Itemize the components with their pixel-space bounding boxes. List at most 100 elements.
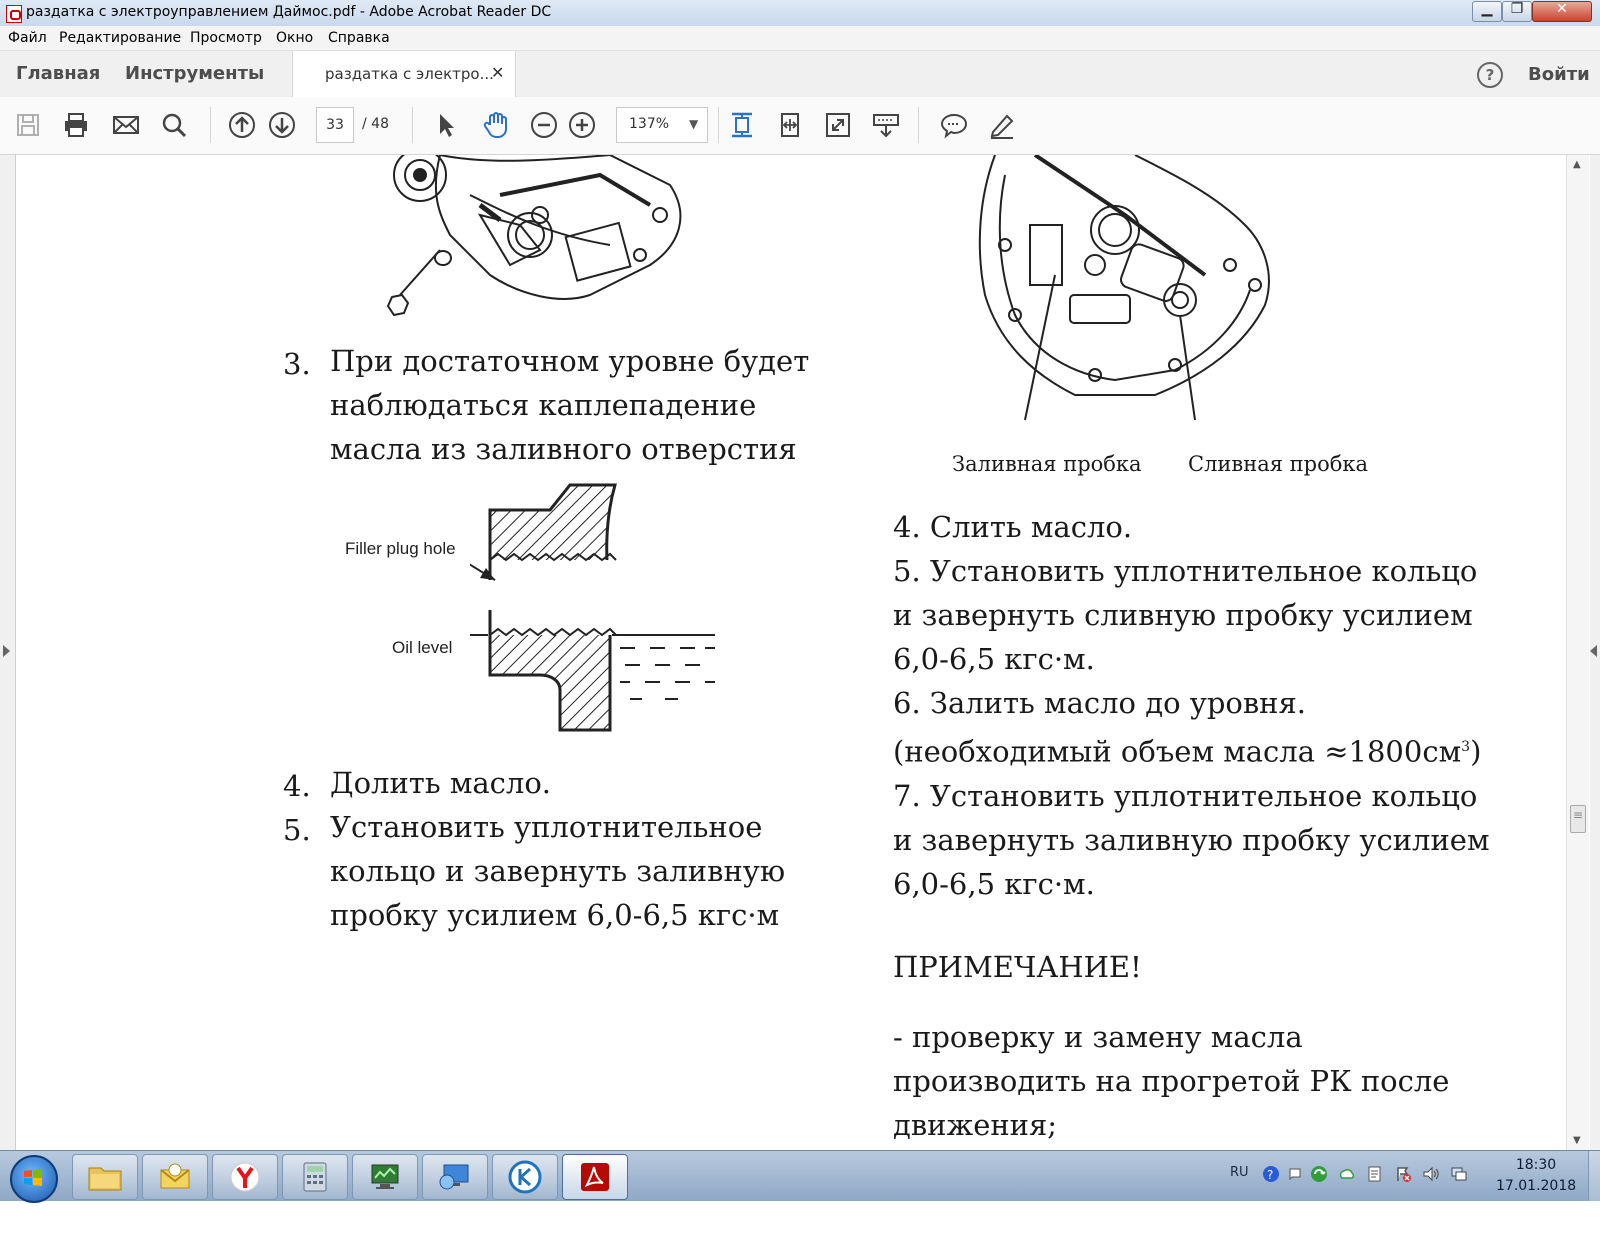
expand-right-panel-icon[interactable] [1590,645,1597,657]
note-title: ПРИМЕЧАНИЕ! [893,950,1142,984]
zoom-in-icon[interactable] [566,109,598,141]
fit-page-icon[interactable] [726,109,758,141]
document-viewport[interactable]: Заливная пробка Сливная пробка 3. При до… [0,155,1600,1150]
menu-view[interactable]: Просмотр [190,30,262,46]
text-line: 4. Слить масло. [893,510,1133,544]
zoom-value: 137% [629,116,670,132]
menu-edit[interactable]: Редактирование [59,30,181,46]
notification-tray-icon[interactable] [1286,1165,1304,1183]
text-line: производить на прогретой РК после [893,1064,1450,1098]
acrobat-icon[interactable] [562,1154,628,1200]
svg-text:?: ? [1267,1168,1273,1182]
text-line: пробку усилием 6,0-6,5 кгс·м [330,898,780,932]
k-app-icon[interactable] [492,1154,558,1200]
menu-help[interactable]: Справка [328,30,390,46]
close-icon: ✕ [1556,1,1568,17]
vertical-scrollbar[interactable]: ▲ ▼ [1566,155,1589,1150]
text-line: движения; [893,1108,1058,1142]
close-tab-icon[interactable]: ✕ [491,63,504,82]
explorer-icon[interactable] [72,1154,138,1200]
email-icon[interactable] [110,109,142,141]
system-clock[interactable]: 18:30 17.01.2018 [1496,1155,1576,1197]
minimize-icon: ▁ [1481,1,1493,17]
text-line-volume: (необходимый объем масла ≈1800см3) [893,725,1490,774]
volume-text: (необходимый объем масла ≈1800см [893,734,1462,769]
caption-drain-plug: Сливная пробка [1188,452,1369,476]
zoom-select[interactable]: 137% ▼ [616,107,708,143]
label-filler-plug-hole: Filler plug hole [345,539,456,558]
mail-icon[interactable] [142,1154,208,1200]
list-number-4: 4. [283,769,311,803]
expand-left-panel-icon[interactable] [3,645,10,657]
sign-in-button[interactable]: Войти [1528,64,1590,85]
print-icon[interactable] [60,109,92,141]
list-number-3: 3. [283,347,311,381]
monitor-icon[interactable] [352,1154,418,1200]
show-desktop-button[interactable] [1588,1151,1600,1201]
clock-time: 18:30 [1515,1157,1557,1173]
text-line: масла из заливного отверстия [330,432,797,466]
language-indicator[interactable]: RU [1230,1165,1249,1180]
maximize-button[interactable]: ❐ [1502,1,1532,22]
text-line: 7. Установить уплотнительное кольцо [893,778,1478,813]
action-center-tray-icon[interactable] [1394,1165,1412,1183]
acrobat-app-icon [6,5,22,23]
text-line: - проверку и замену масла [893,1020,1303,1054]
select-icon[interactable] [430,109,462,141]
note-body: - проверку и замену масла производить на… [893,1015,1449,1150]
list-item-3: При достаточном уровне будет наблюдаться… [330,339,809,471]
remote-desktop-icon[interactable] [422,1154,488,1200]
minimize-button[interactable]: ▁ [1472,1,1502,22]
menu-file[interactable]: Файл [8,30,47,46]
yandex-browser-icon[interactable] [212,1154,278,1200]
document-tab-label: раздатка с электро... [325,65,494,83]
toolbar-separator [412,107,413,143]
toolbar-separator [210,107,211,143]
text-line: Установить уплотнительное [330,810,763,844]
text-line: и завернуть сливную пробку усилием [893,598,1473,632]
page-up-icon[interactable] [226,109,258,141]
window-title: раздатка с электроуправлением Даймос.pdf… [26,4,552,20]
tab-home[interactable]: Главная [16,63,100,84]
scroll-mode-icon[interactable] [870,109,902,141]
fit-width-icon[interactable] [774,109,806,141]
tab-document[interactable]: раздатка с электро... ✕ [292,51,516,97]
save-icon[interactable] [12,109,44,141]
sign-icon[interactable] [986,109,1018,141]
scrollbar-thumb[interactable] [1570,805,1586,833]
toolbar-separator [718,107,719,143]
help-icon[interactable]: ? [1477,62,1503,88]
zoom-out-icon[interactable] [528,109,560,141]
page-down-icon[interactable] [266,109,298,141]
comment-icon[interactable] [938,109,970,141]
cloud-tray-icon[interactable] [1338,1165,1356,1183]
tab-tools[interactable]: Инструменты [125,63,264,84]
list-number-5: 5. [283,813,311,847]
sync-tray-icon[interactable] [1310,1165,1328,1183]
transfer-case-drawing-left [386,155,682,317]
label-oil-level: Oil level [392,638,453,657]
clock-date: 17.01.2018 [1496,1178,1577,1194]
document-tray-icon[interactable] [1366,1165,1384,1183]
text-line: При достаточном уровне будет [330,344,810,378]
menu-window[interactable]: Окно [276,30,313,46]
search-icon[interactable] [158,109,190,141]
scroll-up-icon[interactable]: ▲ [1573,159,1581,170]
full-screen-icon[interactable] [822,109,854,141]
list-item-4: Долить масло. [330,766,552,800]
hand-icon[interactable] [480,109,512,141]
start-button[interactable] [10,1155,58,1203]
close-window-button[interactable]: ✕ [1532,1,1592,22]
scroll-down-icon[interactable]: ▼ [1573,1135,1581,1146]
help-tray-icon[interactable]: ? [1262,1165,1280,1183]
volume-tray-icon[interactable] [1422,1165,1440,1183]
page-number-input[interactable]: 33 [316,107,354,143]
network-tray-icon[interactable] [1450,1165,1468,1183]
text-line: 6,0-6,5 кгс·м. [893,642,1095,676]
closing-paren: ) [1470,734,1482,769]
calculator-icon[interactable] [282,1154,348,1200]
filler-plug-diagram [470,483,715,732]
taskbar: RU ? 18:30 17.01.2018 [0,1150,1600,1203]
superscript-3: 3 [1461,739,1471,755]
caption-filler-plug: Заливная пробка [952,452,1142,476]
